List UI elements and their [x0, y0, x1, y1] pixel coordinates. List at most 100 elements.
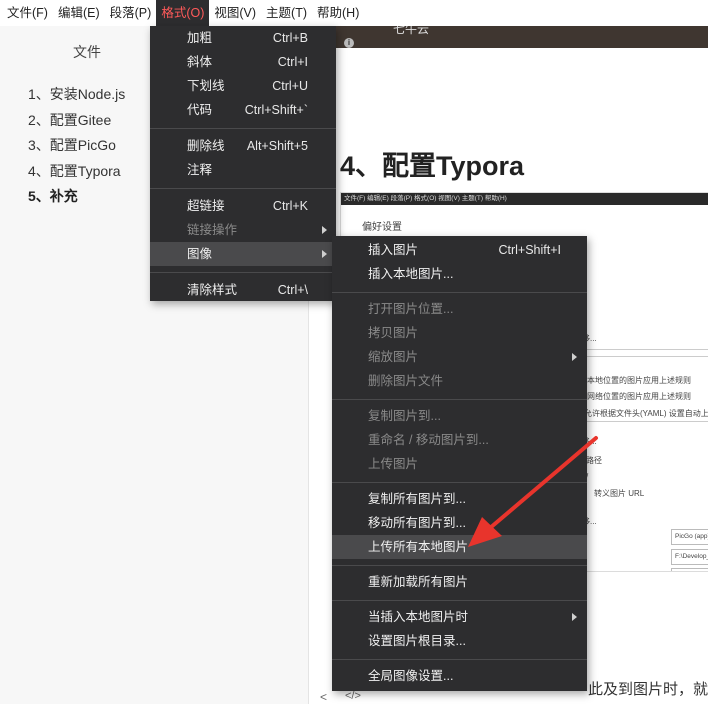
image-menu-item: 缩放图片 [332, 345, 587, 369]
menu-item-label: 清除样式 [187, 283, 238, 297]
image-menu-item[interactable]: 插入本地图片... [332, 262, 587, 286]
menu-help[interactable]: 帮助(H) [312, 0, 364, 26]
menu-item-label: 加粗 [187, 31, 213, 45]
format-menu-item[interactable]: 斜体 Ctrl+I [150, 50, 336, 74]
menu-item-label: 重命名 / 移动图片到... [368, 433, 489, 447]
menu-edit[interactable]: 编辑(E) [53, 0, 105, 26]
format-menu-item[interactable]: 代码 Ctrl+Shift+` [150, 98, 336, 122]
outline-item[interactable]: 2、配置Gitee [28, 110, 111, 130]
menu-item-label: 图像 [187, 247, 213, 261]
image-menu-item[interactable]: 重新加载所有图片 [332, 570, 587, 594]
menu-separator [150, 272, 336, 273]
format-menu-item[interactable]: 删除线 Alt+Shift+5 [150, 134, 336, 158]
outline-item[interactable]: 4、配置Typora [28, 161, 121, 181]
menu-item-shortcut: Alt+Shift+5 [246, 139, 308, 153]
sidebar-title: 文件 [73, 44, 101, 60]
image-menu-item[interactable]: 插入图片 Ctrl+Shift+I [332, 238, 587, 262]
chevron-right-icon [572, 353, 577, 361]
embedded-text: 对网络位置的图片应用上述规则 [579, 392, 691, 401]
chevron-right-icon [572, 613, 577, 621]
format-menu-item[interactable]: 图像 [150, 242, 336, 266]
format-menu-item[interactable]: 加粗 Ctrl+B [150, 26, 336, 50]
menu-item-label: 下划线 [187, 79, 225, 93]
menu-item-label: 打开图片位置... [368, 302, 454, 316]
menu-separator [150, 188, 336, 189]
image-menu-item: 打开图片位置... [332, 297, 587, 321]
info-icon: i [344, 38, 354, 48]
menu-separator [332, 398, 587, 400]
menu-item-label: 上传所有本地图片 [368, 540, 469, 554]
format-menu: 加粗 Ctrl+B 斜体 Ctrl+I 下划线 Ctrl+U 代码 Ctrl+Shift+` 删… [150, 26, 336, 301]
menu-item-label: 移动所有图片到... [368, 516, 466, 530]
section-heading: 4、配置Typora [340, 151, 525, 181]
caption-text: 七牛云 [393, 26, 430, 36]
menu-item-shortcut: Ctrl+U [272, 79, 308, 93]
menu-item-label: 上传图片 [368, 457, 419, 471]
format-menu-item[interactable]: 下划线 Ctrl+U [150, 74, 336, 98]
menu-item-label: 插入图片 [368, 243, 419, 257]
menu-paragraph[interactable]: 段落(P) [105, 0, 157, 26]
format-menu-item[interactable]: 清除样式 Ctrl+\ [150, 278, 336, 302]
menu-item-label: 链接操作 [187, 223, 238, 237]
image-menu-item: 拷贝图片 [332, 321, 587, 345]
menu-item-label: 全局图像设置... [368, 669, 454, 683]
embedded-text: 允许根据文件头(YAML) 设置自动上传图片 [584, 409, 708, 418]
image-caption-block: 七牛云 [333, 26, 708, 48]
image-menu-item[interactable]: 上传所有本地图片 [332, 535, 587, 559]
format-menu-item: 链接操作 [150, 218, 336, 242]
chevron-right-icon [322, 250, 327, 258]
embedded-menubar: 文件(F) 编辑(E) 段落(P) 格式(O) 视图(V) 主题(T) 帮助(H… [341, 193, 708, 205]
menu-item-label: 设置图片根目录... [368, 634, 466, 648]
menu-item-label: 插入本地图片... [368, 267, 454, 281]
outline-item[interactable]: 1、安装Node.js [28, 84, 125, 104]
chevron-right-icon [322, 226, 327, 234]
menu-item-shortcut: Ctrl+\ [277, 283, 308, 297]
embedded-field: PicGo (app) [671, 529, 708, 545]
image-menu-item: 复制图片到... [332, 404, 587, 428]
menu-file[interactable]: 文件(F) [2, 0, 53, 26]
image-menu-item[interactable]: 设置图片根目录... [332, 629, 587, 653]
menu-separator [332, 481, 587, 483]
chevron-left-icon[interactable]: < [320, 690, 327, 704]
image-menu-item[interactable]: 当插入本地图片时 [332, 605, 587, 629]
menu-item-shortcut: Ctrl+Shift+I [498, 243, 561, 257]
menu-item-label: 删除线 [187, 139, 225, 153]
embedded-preferences-title: 偏好设置 [362, 222, 402, 233]
menu-item-label: 注释 [187, 163, 213, 177]
menu-theme[interactable]: 主题(T) [261, 0, 312, 26]
menu-item-label: 重新加载所有图片 [368, 575, 469, 589]
menu-item-label: 缩放图片 [368, 350, 419, 364]
menu-item-label: 拷贝图片 [368, 326, 419, 340]
menu-separator [332, 658, 587, 660]
embedded-text: 对本地位置的图片应用上述规则 [579, 376, 691, 385]
menu-item-label: 斜体 [187, 55, 213, 69]
menubar: 文件(F) 编辑(E) 段落(P) 格式(O) 视图(V) 主题(T) 帮助(H) [0, 0, 708, 26]
image-submenu: 插入图片 Ctrl+Shift+I 插入本地图片... 打开图片位置... 拷贝图片缩放… [332, 236, 587, 691]
outline-item[interactable]: 3、配置PicGo [28, 135, 116, 155]
menu-item-label: 超链接 [187, 199, 225, 213]
embedded-field: F:\Develop_Al [671, 549, 708, 565]
menu-separator [332, 291, 587, 293]
image-menu-item[interactable]: 全局图像设置... [332, 664, 587, 688]
menu-item-label: 当插入本地图片时 [368, 610, 469, 624]
image-menu-item: 删除图片文件 [332, 369, 587, 393]
format-menu-item[interactable]: 注释 [150, 158, 336, 182]
menu-item-label: 复制所有图片到... [368, 492, 466, 506]
menu-separator [332, 599, 587, 601]
menu-item-shortcut: Ctrl+Shift+` [244, 103, 308, 117]
source-code-icon[interactable]: </> [345, 690, 361, 702]
outline-item[interactable]: 5、补充 [28, 186, 78, 206]
format-menu-item[interactable]: 超链接 Ctrl+K [150, 194, 336, 218]
image-menu-item[interactable]: 移动所有图片到... [332, 511, 587, 535]
menu-separator [332, 564, 587, 566]
menu-item-shortcut: Ctrl+K [272, 199, 308, 213]
embedded-text: 路径 [586, 456, 602, 465]
menu-item-label: 复制图片到... [368, 409, 441, 423]
menu-view[interactable]: 视图(V) [209, 0, 261, 26]
paragraph-text: 此及到图片时，就 [588, 681, 708, 698]
menu-item-shortcut: Ctrl+B [272, 31, 308, 45]
image-menu-item[interactable]: 复制所有图片到... [332, 487, 587, 511]
menu-format[interactable]: 格式(O) [156, 0, 210, 26]
menu-item-shortcut: Ctrl+I [277, 55, 308, 69]
embedded-divider [587, 356, 708, 357]
